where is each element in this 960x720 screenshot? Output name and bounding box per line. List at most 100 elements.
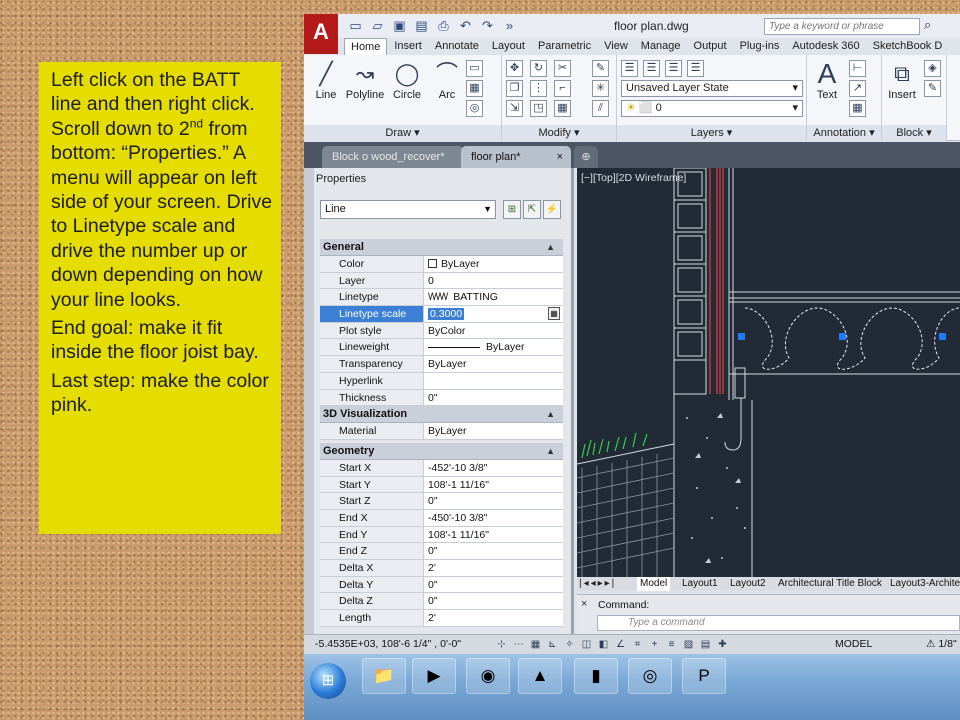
file-explorer-icon[interactable]: 📁	[362, 658, 406, 694]
tab-layout1[interactable]: Layout1	[679, 577, 721, 591]
undo-icon[interactable]: ↶	[456, 17, 475, 34]
property-row-linetype-scale[interactable]: Linetype scale 0.3000 ▦	[320, 306, 563, 323]
copy-icon[interactable]: ❐	[506, 80, 523, 97]
otrack-icon[interactable]: ∠	[613, 637, 628, 652]
erase-icon[interactable]: ✎	[592, 60, 609, 77]
object-type-dropdown[interactable]: Line ▼	[320, 200, 496, 219]
selection-cycling-icon[interactable]: ✚	[715, 637, 730, 652]
lineweight-icon[interactable]: ≡	[664, 637, 679, 652]
help-search-input[interactable]: Type a keyword or phrase	[764, 18, 920, 35]
block-panel-label[interactable]: Block ▾	[882, 125, 946, 141]
select-objects-icon[interactable]: ⇱	[523, 200, 541, 219]
viewer-eye-icon[interactable]: ◎	[628, 658, 672, 694]
property-row[interactable]: Start X -452'-10 3/8"	[320, 459, 563, 477]
property-row[interactable]: Transparency ByLayer	[320, 356, 563, 373]
mirror-icon[interactable]: ⋮	[530, 80, 547, 97]
document-tab-floor-plan[interactable]: floor plan* ×	[461, 146, 571, 168]
offset-icon[interactable]: ⫽	[592, 100, 609, 117]
model-space-button[interactable]: MODEL	[835, 638, 872, 650]
3d-osnap-icon[interactable]: ◧	[596, 637, 611, 652]
grip-end[interactable]	[939, 333, 946, 340]
insert-tool[interactable]: ⧉ Insert	[882, 59, 922, 101]
annotation-scale[interactable]: ⚠ 1/8"	[926, 638, 957, 650]
command-input[interactable]: Type a command	[597, 615, 960, 631]
property-row[interactable]: Start Z 0"	[320, 493, 563, 510]
hatch-icon[interactable]: ▦	[466, 80, 483, 97]
section-3d-visualization[interactable]: 3D Visualization ▲	[320, 406, 563, 424]
leader-icon[interactable]: ↗	[849, 80, 866, 97]
text-tool[interactable]: A Text	[807, 59, 847, 102]
annotation-panel-label[interactable]: Annotation ▾	[807, 125, 881, 141]
line-tool[interactable]: ╱ Line	[305, 59, 347, 101]
property-row[interactable]: Lineweight ByLayer	[320, 339, 563, 357]
property-row[interactable]: Start Y 108'-1 11/16"	[320, 476, 563, 494]
section-general[interactable]: General ▲	[320, 239, 563, 256]
save-as-icon[interactable]: ▤	[412, 17, 431, 34]
grid-icon[interactable]: ▦	[528, 637, 543, 652]
fillet-icon[interactable]: ⌐	[554, 80, 571, 97]
current-layer-dropdown[interactable]: ☀ ⬜ 0 ▾	[621, 100, 803, 117]
calculator-icon[interactable]: ▦	[548, 307, 560, 321]
property-row[interactable]: Material ByLayer	[320, 423, 563, 440]
polyline-tool[interactable]: ↝ Polyline	[342, 59, 388, 101]
tab-layout2[interactable]: Layout2	[727, 577, 769, 591]
tab-insert[interactable]: Insert	[388, 38, 428, 55]
tab-output[interactable]: Output	[688, 38, 733, 55]
property-row[interactable]: Delta Z 0"	[320, 593, 563, 611]
application-menu-button[interactable]: A	[304, 14, 338, 54]
layer-icon-2[interactable]: ☰	[643, 60, 660, 77]
layout-nav-arrows[interactable]: |◂◂▸▸|	[579, 577, 616, 591]
tab-home[interactable]: Home	[344, 38, 388, 55]
ortho-icon[interactable]: ⊾	[545, 637, 560, 652]
circle-tool[interactable]: ◯ Circle	[386, 59, 428, 101]
binoculars-icon[interactable]: ⌕	[924, 17, 931, 33]
stretch-icon[interactable]: ⇲	[506, 100, 523, 117]
layer-icon-3[interactable]: ☰	[665, 60, 682, 77]
trim-icon[interactable]: ✂	[554, 60, 571, 77]
modify-panel-label[interactable]: Modify ▾	[502, 125, 616, 141]
close-tab-icon[interactable]: ×	[557, 146, 563, 168]
tab-layout3[interactable]: Layout3-Architec	[887, 577, 960, 591]
grip-mid[interactable]	[839, 333, 846, 340]
scale-icon[interactable]: ◳	[530, 100, 547, 117]
draw-panel-label[interactable]: Draw ▾	[304, 125, 501, 141]
snap-icon[interactable]: ⋯	[511, 637, 526, 652]
tab-layout[interactable]: Layout	[486, 38, 531, 55]
collapse-icon[interactable]: ▲	[546, 406, 555, 423]
quick-properties-icon[interactable]: ▤	[698, 637, 713, 652]
rectangle-icon[interactable]: ▭	[466, 60, 483, 77]
collapse-icon[interactable]: ▲	[546, 443, 555, 460]
print-icon[interactable]: ⎙	[434, 17, 453, 34]
drawing-canvas[interactable]: [−][Top][2D Wireframe]	[577, 168, 960, 577]
property-row[interactable]: Delta Y 0"	[320, 576, 563, 594]
table-icon[interactable]: ▦	[849, 100, 866, 117]
tab-model[interactable]: Model	[637, 577, 671, 591]
property-row[interactable]: Delta X 2'	[320, 560, 563, 577]
transparency-icon[interactable]: ▨	[681, 637, 696, 652]
redo-icon[interactable]: ↷	[478, 17, 497, 34]
tab-plugins[interactable]: Plug-ins	[734, 38, 786, 55]
tab-manage[interactable]: Manage	[635, 38, 687, 55]
explode-icon[interactable]: ✳	[592, 80, 609, 97]
powerpoint-icon[interactable]: P	[682, 658, 726, 694]
create-block-icon[interactable]: ◈	[924, 60, 941, 77]
autocad-taskbar-icon[interactable]: ▲	[518, 658, 562, 694]
viewport-controls-label[interactable]: [−][Top][2D Wireframe]	[581, 172, 686, 184]
tab-parametric[interactable]: Parametric	[532, 38, 597, 55]
layer-properties-icon[interactable]: ☰	[621, 60, 638, 77]
move-icon[interactable]: ✥	[506, 60, 523, 77]
layers-panel-label[interactable]: Layers ▾	[617, 125, 806, 141]
linetype-scale-input[interactable]: 0.3000	[428, 308, 465, 321]
open-folder-icon[interactable]: ▱	[368, 17, 387, 34]
section-geometry[interactable]: Geometry ▲	[320, 442, 563, 460]
close-command-icon[interactable]: ×	[581, 598, 587, 610]
toggle-pickadd-icon[interactable]: ⊞	[503, 200, 521, 219]
save-icon[interactable]: ▣	[390, 17, 409, 34]
property-row[interactable]: Layer 0	[320, 272, 563, 290]
property-row[interactable]: End Z 0"	[320, 543, 563, 560]
tab-annotate[interactable]: Annotate	[429, 38, 485, 55]
rotate-icon[interactable]: ↻	[530, 60, 547, 77]
quick-select-icon[interactable]: ⚡	[543, 200, 561, 219]
media-player-icon[interactable]: ▶	[412, 658, 456, 694]
property-row[interactable]: Thickness 0"	[320, 389, 563, 407]
